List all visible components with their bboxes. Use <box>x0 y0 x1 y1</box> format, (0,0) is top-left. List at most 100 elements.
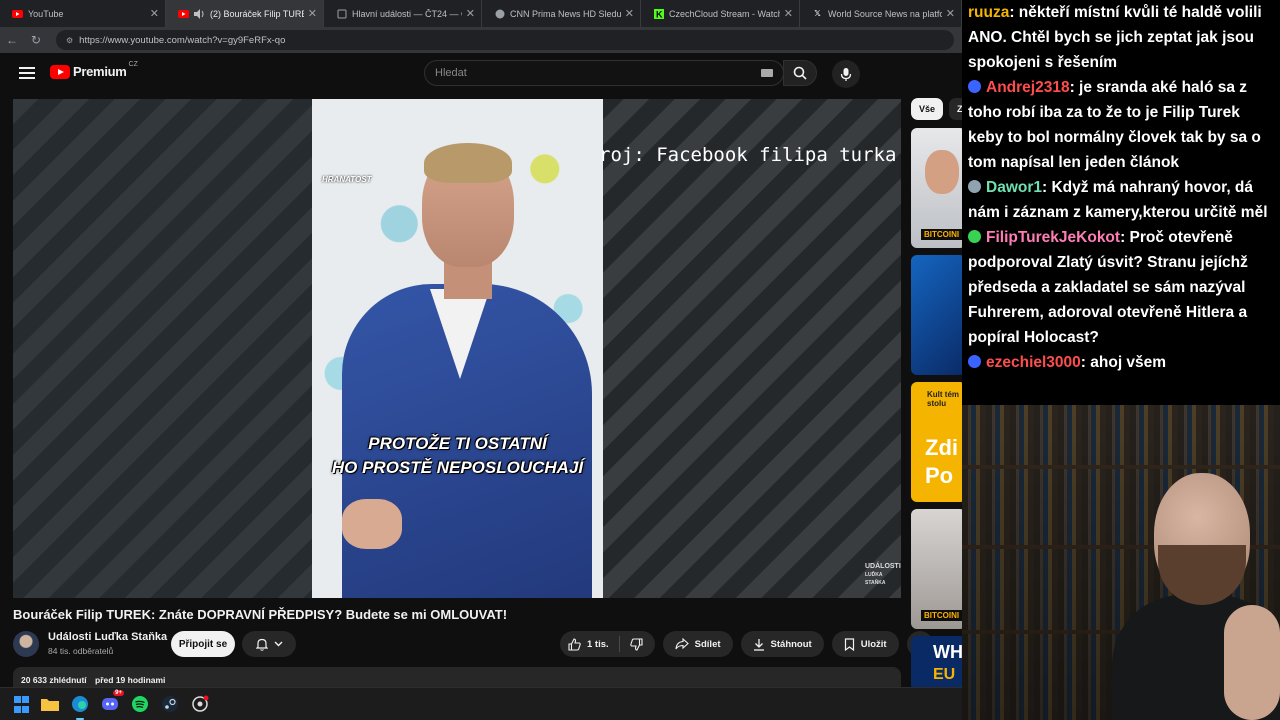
related-video-thumbnail[interactable]: WH EU <box>911 636 962 687</box>
player-background <box>13 99 312 598</box>
channel-avatar[interactable] <box>13 631 39 657</box>
chat-username: Dawor1 <box>986 179 1042 196</box>
related-video-thumbnail[interactable]: Kult tém stolu Zdi Po <box>911 382 962 502</box>
tab-youtube[interactable]: YouTube ✕ <box>0 0 166 27</box>
tab-title: World Source News na platformě <box>828 8 942 19</box>
channel-name[interactable]: Události Luďka Staňka <box>48 631 167 643</box>
tab-ct24[interactable]: Hlavní události — ČT24 — Česká ✕ <box>324 0 482 27</box>
menu-icon[interactable] <box>17 65 37 81</box>
join-button[interactable]: Připojit se <box>171 631 235 657</box>
thumbnail-label: BITCOINI <box>921 229 962 240</box>
user-badge-icon <box>968 230 981 243</box>
tab-world-source[interactable]: 𝕏 World Source News na platformě ✕ <box>800 0 962 27</box>
related-video-thumbnail[interactable] <box>911 255 962 375</box>
close-icon[interactable]: ✕ <box>625 7 634 20</box>
screen: YouTube ✕ (2) Bouráček Filip TUREK: Zná … <box>0 0 1280 720</box>
tab-title: YouTube <box>28 8 64 19</box>
windows-start-icon[interactable] <box>12 694 30 714</box>
video-actions: 1 tis. Sdílet Stáhnout Uložit ⋯ <box>560 631 933 657</box>
chat-message: Andrej2318: je sranda aké haló sa z toho… <box>968 75 1274 175</box>
spotify-icon[interactable] <box>130 694 150 714</box>
page-icon <box>336 8 347 19</box>
search-icon <box>793 66 807 80</box>
address-bar-row: ← ↻ ⚙ https://www.youtube.com/watch?v=gy… <box>0 27 962 53</box>
related-video-thumbnail[interactable]: BITCOINI <box>911 509 962 629</box>
subtitle-line-2: HO PROSTĚ NEPOSLOUCHAJÍ <box>331 458 584 477</box>
subtitle-line-1: PROTOŽE TI OSTATNÍ <box>368 434 547 453</box>
close-icon[interactable]: ✕ <box>466 7 475 20</box>
keyboard-icon[interactable] <box>761 69 773 77</box>
youtube-icon <box>12 8 23 19</box>
tab-title: CNN Prima News HD Sledujte na <box>510 8 621 19</box>
kick-icon: K <box>653 8 664 19</box>
watermark-line-2: LUĎKA STAŇKA <box>865 572 886 586</box>
channel-row: Události Luďka Staňka 84 tis. odběratelů… <box>13 629 553 659</box>
thumbs-down-icon <box>629 637 643 651</box>
url-field[interactable]: ⚙ https://www.youtube.com/watch?v=gy9FeR… <box>56 30 954 50</box>
tab-cnn-prima[interactable]: CNN Prima News HD Sledujte na ✕ <box>482 0 641 27</box>
chip-all[interactable]: Vše <box>911 98 944 120</box>
bookmark-icon <box>844 637 854 651</box>
source-overlay-text: roj: Facebook filipa turka <box>599 144 897 166</box>
thumbs-up-icon <box>568 637 581 651</box>
tab-czechcloud[interactable]: K CzechCloud Stream - Watch Live ✕ <box>641 0 800 27</box>
user-badge-icon <box>968 355 981 368</box>
chat-username: Andrej2318 <box>986 79 1070 96</box>
speaker-icon[interactable] <box>194 8 205 19</box>
youtube-play-icon <box>50 64 70 79</box>
channel-watermark: UDÁLOSTI LUĎKA STAŇKA <box>865 563 901 587</box>
chip-second[interactable]: Z <box>949 98 962 120</box>
related-video-thumbnail[interactable]: BITCOINI <box>911 128 962 248</box>
tab-title: Hlavní události — ČT24 — Česká <box>352 8 462 19</box>
person-hair <box>424 143 512 183</box>
file-explorer-icon[interactable] <box>40 694 60 714</box>
search-input[interactable]: Hledat <box>435 67 761 79</box>
dislike-button[interactable] <box>620 637 655 651</box>
close-icon[interactable]: ✕ <box>308 7 317 20</box>
steam-icon[interactable] <box>160 694 180 714</box>
tab-title: CzechCloud Stream - Watch Live <box>669 8 780 19</box>
description-box[interactable]: 20 633 zhlédnutí před 19 hodinami <box>13 667 901 687</box>
back-icon[interactable]: ← <box>0 33 24 47</box>
voice-search-button[interactable] <box>832 60 860 88</box>
edge-icon[interactable] <box>70 694 90 720</box>
tab-title: (2) Bouráček Filip TUREK: Zná <box>210 8 304 19</box>
bell-icon <box>255 638 268 651</box>
like-button[interactable]: 1 tis. <box>560 636 620 652</box>
discord-icon[interactable]: 9+ <box>100 690 124 714</box>
site-info-icon[interactable]: ⚙ <box>66 36 73 45</box>
close-icon[interactable]: ✕ <box>784 7 793 20</box>
search-button[interactable] <box>783 60 817 86</box>
download-button[interactable]: Stáhnout <box>740 631 824 657</box>
video-frame: HRANATOST PROTOŽE TI OSTATNÍ HO PROSTĚ N… <box>312 99 603 598</box>
chat-message: Dawor1: Když má nahraný hovor, dá nám i … <box>968 175 1274 225</box>
chevron-down-icon <box>274 641 282 647</box>
url-text: https://www.youtube.com/watch?v=gy9FeRFx… <box>79 34 286 46</box>
youtube-icon <box>178 8 189 19</box>
upload-time: před 19 hodinami <box>95 675 166 685</box>
search-box[interactable]: Hledat <box>424 60 817 86</box>
x-icon: 𝕏 <box>814 9 821 18</box>
chat-message: ezechiel3000: ahoj všem <box>968 350 1274 375</box>
youtube-logo[interactable]: Premium CZ <box>50 61 138 79</box>
discord-badge: 9+ <box>113 690 124 696</box>
like-dislike-group: 1 tis. <box>560 631 655 657</box>
video-title: Bouráček Filip TUREK: Znáte DOPRAVNÍ PŘE… <box>13 607 508 622</box>
reload-icon[interactable]: ↻ <box>24 33 48 47</box>
save-button[interactable]: Uložit <box>831 631 899 657</box>
recorder-icon[interactable] <box>190 694 210 714</box>
video-player[interactable]: HRANATOST PROTOŽE TI OSTATNÍ HO PROSTĚ N… <box>13 99 901 598</box>
globe-icon <box>494 8 505 19</box>
streamer-webcam <box>962 405 1280 720</box>
youtube-page: Premium CZ Hledat HRANATOST PROTOŽE TI O… <box>0 53 962 687</box>
chat-message: ruuza: někteří místní kvůli té haldě vol… <box>968 0 1274 75</box>
close-icon[interactable]: ✕ <box>946 7 955 20</box>
streamer-hand <box>1224 605 1280 720</box>
view-count: 20 633 zhlédnutí <box>21 675 87 685</box>
tab-video[interactable]: (2) Bouráček Filip TUREK: Zná ✕ <box>166 0 324 27</box>
stream-chat: ruuza: někteří místní kvůli té haldě vol… <box>962 0 1280 405</box>
close-icon[interactable]: ✕ <box>150 7 159 20</box>
thumbnail-text-2: EU <box>933 666 956 683</box>
notifications-button[interactable] <box>242 631 296 657</box>
share-button[interactable]: Sdílet <box>662 631 733 657</box>
